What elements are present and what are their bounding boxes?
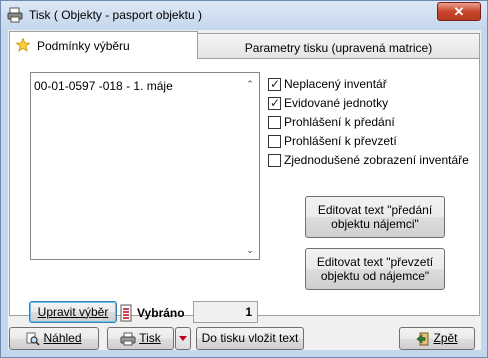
button-label: Editovat text "předání: [317, 203, 433, 217]
checkmark-icon: ✓: [270, 96, 281, 110]
edit-handover-text-button[interactable]: Editovat text "předání objektu nájemci": [305, 196, 445, 238]
tab-label: Parametry tisku (upravená matrice): [244, 41, 433, 55]
selected-count-label: Vybráno: [137, 306, 185, 320]
close-icon: ✕: [453, 4, 465, 19]
scroll-up-icon[interactable]: ⌃: [245, 79, 255, 89]
title-bar[interactable]: Tisk ( Objekty - pasport objektu ) ✕: [1, 1, 487, 29]
print-options-dropdown[interactable]: [175, 327, 191, 350]
checkbox[interactable]: [268, 135, 281, 148]
checkbox[interactable]: ✓: [268, 77, 281, 91]
checkbox-label: Evidované jednotky: [284, 96, 389, 110]
checkbox[interactable]: [268, 116, 281, 129]
back-button[interactable]: Zpět: [399, 327, 475, 350]
chevron-down-icon: [179, 336, 187, 341]
selected-count-field: 1: [193, 301, 258, 323]
checkbox-label: Zjednodušené zobrazení inventáře: [284, 153, 469, 167]
button-label: Do tisku vložit text: [201, 331, 299, 345]
button-label: Zpět: [433, 331, 458, 345]
checkbox[interactable]: [268, 154, 281, 167]
button-label: objektu od nájemce": [320, 269, 430, 283]
button-label: Náhled: [43, 331, 82, 345]
print-button[interactable]: Tisk: [107, 327, 174, 350]
tab-label: Podmínky výběru: [37, 39, 130, 53]
checkbox-label: Prohlášení k předání: [284, 115, 395, 129]
printer-icon: [120, 332, 136, 346]
button-label: objektu nájemci": [331, 217, 419, 231]
button-label: Upravit výběr: [37, 305, 109, 319]
print-icon: [7, 7, 23, 23]
object-listbox[interactable]: 00-01-0597 -018 - 1. máje ⌃ ⌄: [30, 72, 260, 260]
tab-print-parameters[interactable]: Parametry tisku (upravená matrice): [197, 33, 480, 58]
scroll-down-icon[interactable]: ⌄: [245, 245, 255, 255]
checkbox[interactable]: ✓: [268, 96, 281, 110]
button-label: Tisk: [139, 331, 161, 345]
checkmark-icon: ✓: [270, 77, 281, 91]
star-icon: [16, 38, 30, 52]
back-door-icon: [417, 332, 429, 346]
checkbox-label: Neplacený inventář: [284, 77, 387, 91]
checkbox-label: Prohlášení k převzetí: [284, 134, 397, 148]
tab-selection-conditions[interactable]: Podmínky výběru: [9, 31, 198, 59]
print-dialog-window: Tisk ( Objekty - pasport objektu ) ✕ Pod…: [0, 0, 488, 358]
dialog-client-area: Podmínky výběru Parametry tisku (upraven…: [8, 30, 481, 350]
close-button[interactable]: ✕: [437, 2, 481, 21]
button-label: Editovat text "převzetí: [316, 255, 434, 269]
tab-panel: 00-01-0597 -018 - 1. máje ⌃ ⌄ ✓ Neplacen…: [9, 58, 480, 323]
insert-text-to-print-button[interactable]: Do tisku vložit text: [196, 327, 304, 350]
window-title: Tisk ( Objekty - pasport objektu ): [29, 8, 202, 22]
magnifier-icon: [26, 332, 41, 346]
edit-takeover-text-button[interactable]: Editovat text "převzetí objektu od nájem…: [305, 248, 445, 290]
edit-selection-button[interactable]: Upravit výběr: [29, 301, 117, 323]
list-icon[interactable]: [119, 303, 133, 323]
list-item[interactable]: 00-01-0597 -018 - 1. máje: [34, 79, 173, 93]
preview-button[interactable]: Náhled: [9, 327, 99, 350]
